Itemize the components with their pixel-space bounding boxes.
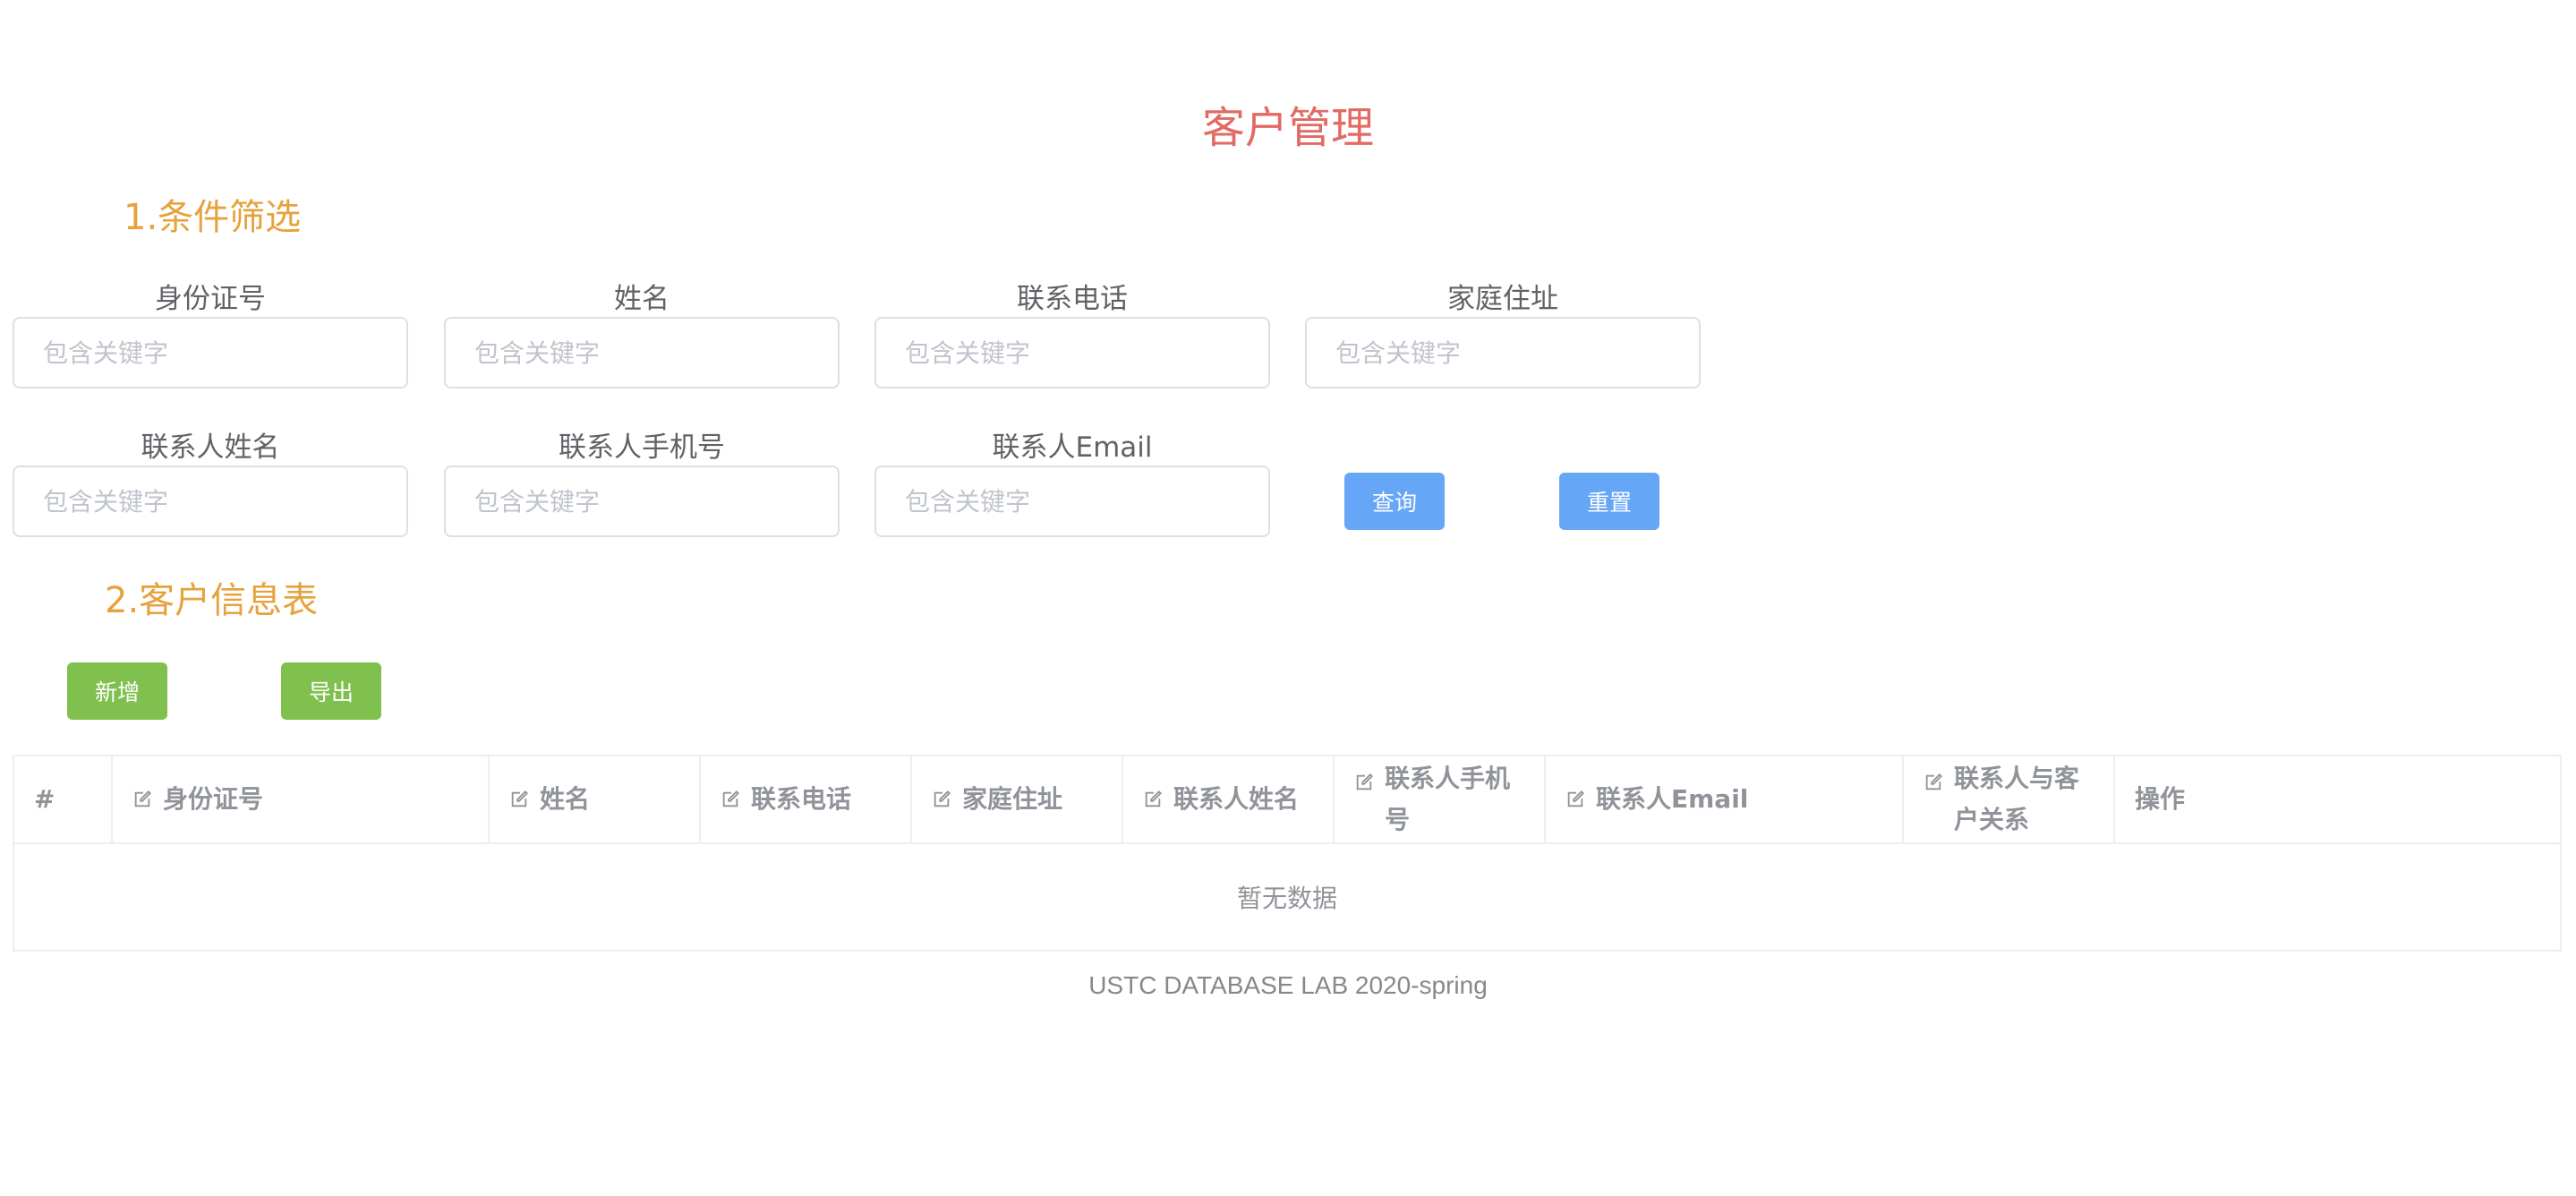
address-filter: 家庭住址 bbox=[1305, 281, 1701, 389]
add-button[interactable]: 新增 bbox=[67, 662, 167, 720]
column-header-phone[interactable]: 联系电话 bbox=[701, 756, 912, 842]
contact-name-input[interactable] bbox=[13, 466, 408, 537]
column-header-address[interactable]: 家庭住址 bbox=[912, 756, 1123, 842]
edit-icon bbox=[722, 790, 740, 807]
contact-mobile-filter: 联系人手机号 bbox=[444, 430, 840, 537]
contact-mobile-label: 联系人手机号 bbox=[559, 431, 725, 464]
edit-icon bbox=[134, 790, 152, 807]
column-label: 联系人姓名 bbox=[1173, 784, 1300, 814]
column-label: 联系电话 bbox=[751, 784, 852, 814]
address-label: 家庭住址 bbox=[1447, 283, 1558, 315]
footer-text: USTC DATABASE LAB 2020-spring bbox=[1088, 971, 1488, 999]
name-label: 姓名 bbox=[614, 283, 670, 315]
name-input[interactable] bbox=[444, 317, 840, 389]
export-button[interactable]: 导出 bbox=[281, 662, 381, 720]
column-label: 身份证号 bbox=[163, 784, 264, 814]
column-label: 姓名 bbox=[540, 784, 591, 814]
empty-table-message: 暂无数据 bbox=[1236, 884, 1337, 913]
contact-email-filter: 联系人Email bbox=[874, 430, 1270, 537]
column-header-id-number[interactable]: 身份证号 bbox=[113, 756, 490, 842]
column-header-contact-email[interactable]: 联系人Email bbox=[1546, 756, 1904, 842]
column-header-name[interactable]: 姓名 bbox=[490, 756, 701, 842]
id-number-label: 身份证号 bbox=[155, 283, 266, 315]
query-button[interactable]: 查询 bbox=[1344, 473, 1445, 530]
reset-button[interactable]: 重置 bbox=[1559, 473, 1659, 530]
column-label: 联系人手机号 bbox=[1385, 764, 1511, 834]
contact-name-label: 联系人姓名 bbox=[141, 431, 280, 464]
contact-email-input[interactable] bbox=[874, 466, 1270, 537]
column-header-actions: 操作 bbox=[2115, 756, 2560, 842]
edit-icon bbox=[1925, 773, 1943, 790]
column-header-index[interactable]: # bbox=[14, 756, 113, 842]
edit-icon bbox=[1567, 790, 1585, 807]
contact-name-filter: 联系人姓名 bbox=[13, 430, 408, 537]
edit-icon bbox=[1145, 790, 1163, 807]
phone-label: 联系电话 bbox=[1017, 283, 1128, 315]
edit-icon bbox=[1356, 773, 1374, 790]
customer-table: # 身份证号 姓名 联系电话 家庭住址 联系人姓名 联系人手机号 联系人Emai… bbox=[13, 755, 2562, 952]
contact-mobile-input[interactable] bbox=[444, 466, 840, 537]
column-label: 家庭住址 bbox=[962, 784, 1063, 814]
id-number-filter: 身份证号 bbox=[13, 281, 408, 389]
column-header-contact-name[interactable]: 联系人姓名 bbox=[1123, 756, 1335, 842]
customer-management-page: 客户管理 1.条件筛选 身份证号 姓名 联系电话 家庭住址 联系人姓名 联系人手… bbox=[0, 0, 2576, 1196]
contact-email-label: 联系人Email bbox=[992, 431, 1153, 464]
column-label: 联系人与客户关系 bbox=[1954, 764, 2080, 834]
table-header: # 身份证号 姓名 联系电话 家庭住址 联系人姓名 联系人手机号 联系人Emai… bbox=[14, 756, 2560, 844]
column-label: # bbox=[34, 784, 55, 814]
column-label: 联系人Email bbox=[1596, 784, 1749, 814]
edit-icon bbox=[511, 790, 529, 807]
phone-input[interactable] bbox=[874, 317, 1270, 389]
column-header-contact-mobile[interactable]: 联系人手机号 bbox=[1335, 756, 1546, 842]
page-title: 客户管理 bbox=[1201, 103, 1374, 153]
filter-section-title: 1.条件筛选 bbox=[124, 197, 302, 238]
table-section-title: 2.客户信息表 bbox=[105, 580, 319, 621]
edit-icon bbox=[934, 790, 951, 807]
phone-filter: 联系电话 bbox=[874, 281, 1270, 389]
id-number-input[interactable] bbox=[13, 317, 408, 389]
address-input[interactable] bbox=[1305, 317, 1701, 389]
column-label: 操作 bbox=[2135, 784, 2186, 814]
name-filter: 姓名 bbox=[444, 281, 840, 389]
column-header-contact-relation[interactable]: 联系人与客户关系 bbox=[1904, 756, 2115, 842]
